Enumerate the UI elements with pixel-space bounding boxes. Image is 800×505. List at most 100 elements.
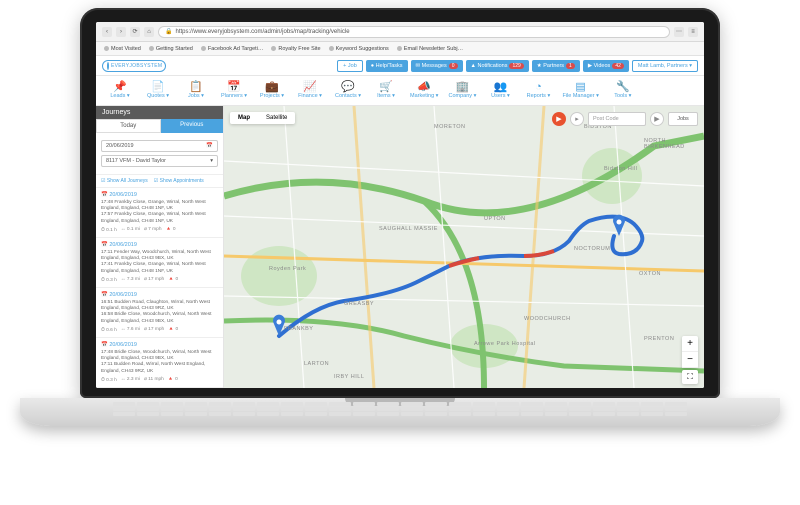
reload-button[interactable]: ⟳ — [130, 27, 140, 37]
postcode-input[interactable]: Post Code — [588, 112, 646, 126]
lock-icon: 🔒 — [165, 28, 172, 35]
filters: 20/06/2019 📅 8117 VFM - David Taylor ▾ — [96, 133, 223, 175]
map-area-label: Bidston Hill — [604, 166, 638, 172]
zoom-in-button[interactable]: + — [682, 336, 698, 352]
show-appts-check[interactable]: ☑ Show Appointments — [154, 178, 204, 184]
header-pill[interactable]: ★ Partners1 — [532, 60, 580, 72]
app-logo[interactable]: EVERYJOBSYSTEM — [102, 60, 166, 72]
home-button[interactable]: ⌂ — [144, 27, 154, 37]
screen-bezel: ‹ › ⟳ ⌂ 🔒 https://www.everyjobsystem.com… — [80, 8, 720, 398]
fullscreen-button[interactable]: ⛶ — [682, 370, 698, 384]
journey-date: 📅 20/06/2019 — [101, 242, 218, 248]
map-area-label: FRANKBY — [284, 326, 313, 332]
map-area-label: MORETON — [434, 124, 466, 130]
user-select[interactable]: 8117 VFM - David Taylor ▾ — [101, 155, 218, 167]
jobs-button[interactable]: Jobs — [668, 112, 698, 126]
bookmark-item[interactable]: Keyword Suggestions — [329, 46, 389, 52]
nav-item[interactable]: 📌Leads ▾ — [106, 82, 134, 99]
nav-icon: 📋 — [189, 82, 203, 93]
journey-stats: ⏱ 0.1 h↔ 0.1 mi⌀ 7 mph🔺 0 — [101, 227, 218, 233]
map-area-label: Royden Park — [269, 266, 306, 272]
address-bar[interactable]: 🔒 https://www.everyjobsystem.com/admin/j… — [158, 26, 670, 38]
nav-item[interactable]: 🏢Company ▾ — [448, 82, 476, 99]
nav-item[interactable]: 🛒Items ▾ — [372, 82, 400, 99]
journey-item[interactable]: 📅 20/06/2019 17:11 Fender Way, Woodchurch… — [96, 238, 223, 288]
journey-list: 📅 20/06/2019 17:48 Frankby Close, Grange,… — [96, 188, 223, 388]
header-pill[interactable]: ▶ Videos42 — [583, 60, 629, 72]
play2-button[interactable]: ▶ — [650, 112, 664, 126]
header-pill[interactable]: ▲ Notifications129 — [466, 60, 529, 72]
journey-body: 17:11 Fender Way, Woodchurch, Wirral, No… — [101, 250, 218, 275]
bookmark-item[interactable]: Getting Started — [149, 46, 193, 52]
nav-icon: 💬 — [341, 82, 355, 93]
step-button[interactable]: ▸ — [570, 112, 584, 126]
journey-date: 📅 20/06/2019 — [101, 292, 218, 298]
back-button[interactable]: ‹ — [102, 27, 112, 37]
logo-icon — [107, 62, 109, 70]
journey-item[interactable]: 📅 20/06/2019 17:48 Bridle Close, Woodchur… — [96, 338, 223, 388]
nav-item[interactable]: ▤File Manager ▾ — [562, 82, 598, 99]
nav-icon: ▤ — [575, 82, 585, 93]
browser-toolbar: ‹ › ⟳ ⌂ 🔒 https://www.everyjobsystem.com… — [96, 22, 704, 42]
forward-button[interactable]: › — [116, 27, 126, 37]
nav-icon: 📈 — [303, 82, 317, 93]
screen: ‹ › ⟳ ⌂ 🔒 https://www.everyjobsystem.com… — [96, 22, 704, 388]
nav-icon: 🛒 — [379, 82, 393, 93]
journey-date: 📅 20/06/2019 — [101, 342, 218, 348]
nav-icon: 🔧 — [616, 82, 630, 93]
user-value: 8117 VFM - David Taylor — [106, 158, 166, 164]
journey-item[interactable]: 📅 20/06/2019 17:48 Frankby Close, Grange,… — [96, 188, 223, 238]
journey-body: 17:48 Bridle Close, Woodchurch, Wirral, … — [101, 350, 218, 375]
journey-date: 📅 20/06/2019 — [101, 192, 218, 198]
main-area: Journeys Today Previous 20/06/2019 📅 811… — [96, 106, 704, 388]
satellite-mode[interactable]: Satellite — [258, 112, 295, 124]
map-area-label: WOODCHURCH — [524, 316, 571, 322]
nav-icon: 🏢 — [456, 82, 470, 93]
nav-item[interactable]: 💼Projects ▾ — [258, 82, 286, 99]
nav-item[interactable]: 📣Marketing ▾ — [410, 82, 438, 99]
nav-item[interactable]: 📋Jobs ▾ — [182, 82, 210, 99]
map-area-label: SAUGHALL MASSIE — [379, 226, 438, 232]
nav-item[interactable]: 🔧Tools ▾ — [609, 82, 637, 99]
main-nav: 📌Leads ▾ 📄Quotes ▾ 📋Jobs ▾ 📅Planners ▾ 💼Proj… — [96, 76, 704, 106]
nav-item[interactable]: 👥Users ▾ — [486, 82, 514, 99]
bookmark-item[interactable]: Most Visited — [104, 46, 141, 52]
bookmark-item[interactable]: Facebook Ad Targeti… — [201, 46, 264, 52]
play-button[interactable]: ▶ — [552, 112, 566, 126]
zoom-out-button[interactable]: − — [682, 352, 698, 368]
map-area-label: NORTH BIRKENHEAD — [644, 138, 704, 150]
map[interactable]: Map Satellite ▶ ▸ Post Code ▶ Jobs — [224, 106, 704, 388]
tab-previous[interactable]: Previous — [161, 119, 224, 133]
header-pill[interactable]: ✉ Messages0 — [411, 60, 463, 72]
journey-item[interactable]: 📅 20/06/2019 16:51 Budden Road, Claughton… — [96, 288, 223, 338]
nav-icon: 📅 — [227, 82, 241, 93]
nav-item[interactable]: 💬Contacts ▾ — [334, 82, 362, 99]
journey-stats: ⏱ 0.3 h↔ 7.3 mi⌀ 17 mph🔺 0 — [101, 277, 218, 283]
bookmarks-bar: Most Visited Getting Started Facebook Ad T… — [96, 42, 704, 56]
tab-toggle: Today Previous — [96, 119, 223, 133]
nav-item[interactable]: 📅Planners ▾ — [220, 82, 248, 99]
hamburger-button[interactable]: ≡ — [688, 27, 698, 37]
map-mode[interactable]: Map — [230, 112, 258, 124]
menu-button[interactable]: ⋯ — [674, 27, 684, 37]
journey-body: 17:48 Frankby Close, Grange, Wirral, Nor… — [101, 200, 218, 225]
bookmark-item[interactable]: Email Newsletter Subj… — [397, 46, 463, 52]
zoom-controls: + − — [682, 336, 698, 368]
sidebar: Journeys Today Previous 20/06/2019 📅 811… — [96, 106, 224, 388]
header-pill[interactable]: ● Help/Tasks — [366, 60, 408, 72]
nav-item[interactable]: 📄Quotes ▾ — [144, 82, 172, 99]
checkbox-row: ☑ Show All Journeys ☑ Show Appointments — [96, 175, 223, 188]
header-pill[interactable]: + Job — [337, 60, 363, 72]
journey-stats: ⏱ 0.6 h↔ 7.6 mi⌀ 17 mph🔺 0 — [101, 327, 218, 333]
tab-today[interactable]: Today — [96, 119, 161, 133]
map-area-label: OXTON — [639, 271, 661, 277]
nav-item[interactable]: ◔Reports ▾ — [524, 82, 552, 99]
nav-item[interactable]: 📈Finance ▾ — [296, 82, 324, 99]
journey-body: 16:51 Budden Road, Claughton, Wirral, No… — [101, 300, 218, 325]
bookmark-item[interactable]: Royalty Free Site — [271, 46, 320, 52]
date-picker[interactable]: 20/06/2019 📅 — [101, 140, 218, 152]
nav-icon: 📌 — [113, 82, 127, 93]
show-all-check[interactable]: ☑ Show All Journeys — [101, 178, 148, 184]
user-menu[interactable]: Matt Lamb, Partners ▾ — [632, 60, 698, 72]
laptop-base — [20, 398, 780, 426]
